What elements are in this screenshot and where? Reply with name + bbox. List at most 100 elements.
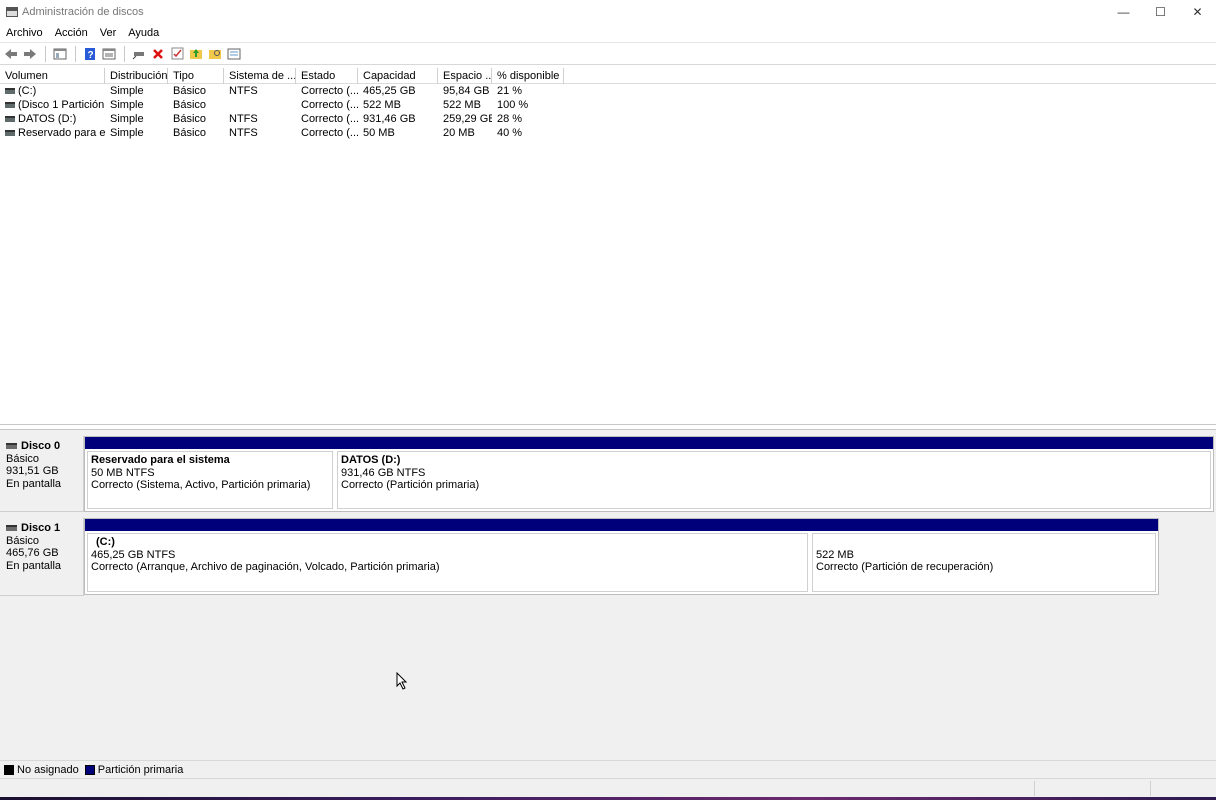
- volume-icon: [5, 88, 15, 95]
- partition-body: DATOS (D:) 931,46 GB NTFS Correcto (Part…: [337, 451, 1211, 509]
- check-icon[interactable]: [168, 45, 186, 63]
- primary-partition-bar: [810, 519, 1158, 531]
- primary-partition-bar: [85, 437, 335, 449]
- volume-name: (C:): [18, 85, 37, 97]
- status-divider: [1034, 781, 1035, 796]
- partition-datos-d[interactable]: DATOS (D:) 931,46 GB NTFS Correcto (Part…: [335, 437, 1213, 511]
- cell-estado: Correcto (...: [301, 113, 358, 125]
- cell-tipo: Básico: [173, 85, 207, 97]
- table-row[interactable]: DATOS (D:) Simple Básico NTFS Correcto (…: [0, 112, 1216, 126]
- console-tree-icon[interactable]: [51, 45, 69, 63]
- folder-up-icon[interactable]: [187, 45, 205, 63]
- column-header-tipo[interactable]: Tipo: [168, 68, 224, 84]
- column-header-volumen[interactable]: Volumen: [0, 68, 105, 84]
- partition-size: 931,46 GB NTFS: [341, 466, 426, 479]
- cell-capacidad: 522 MB: [363, 99, 401, 111]
- volume-list: Volumen Distribución Tipo Sistema de ...…: [0, 68, 1216, 424]
- partition-size: 465,25 GB NTFS: [91, 548, 176, 561]
- toolbar-separator: [75, 45, 76, 62]
- partition-status: Correcto (Arranque, Archivo de paginació…: [91, 561, 440, 573]
- column-header-disponible[interactable]: % disponible: [492, 68, 564, 84]
- toolbar: ?: [0, 43, 1216, 65]
- table-row[interactable]: (C:) Simple Básico NTFS Correcto (... 46…: [0, 84, 1216, 98]
- cell-tipo: Básico: [173, 99, 207, 111]
- volume-name: DATOS (D:): [18, 113, 77, 125]
- cell-espacio: 522 MB: [443, 99, 481, 111]
- cell-disponible: 40 %: [497, 127, 523, 139]
- delete-icon[interactable]: [149, 45, 167, 63]
- disk-1-type: Básico: [6, 534, 40, 547]
- disk-1-size: 465,76 GB: [6, 547, 59, 559]
- toolbar-separator: [124, 45, 125, 62]
- partition-name: Reservado para el sistema: [91, 454, 230, 466]
- disk-graphical-pane: Disco 0 Básico 931,51 GB En pantalla Res…: [0, 430, 1216, 760]
- forward-icon[interactable]: [21, 45, 39, 63]
- maximize-button[interactable]: ☐: [1142, 0, 1179, 24]
- legend: No asignado Partición primaria: [0, 760, 1216, 778]
- column-header-espacio[interactable]: Espacio ...: [438, 68, 492, 84]
- partition-status: Correcto (Partición primaria): [341, 479, 480, 491]
- column-header-capacidad[interactable]: Capacidad: [358, 68, 438, 84]
- cell-disponible: 21 %: [497, 85, 523, 97]
- legend-primary-partition: Partición primaria: [97, 763, 184, 776]
- disk-0-name: Disco 0: [21, 440, 61, 452]
- volume-icon: [5, 116, 15, 123]
- cell-capacidad: 50 MB: [363, 127, 395, 139]
- disk-1-name-row: Disco 1: [6, 522, 83, 535]
- cell-sistema: NTFS: [229, 113, 258, 125]
- volume-name: (Disco 1 Partición 2): [18, 99, 105, 111]
- cell-sistema: [224, 98, 296, 112]
- title-bar: Administración de discos — ☐ ✕: [0, 0, 1216, 24]
- column-header-estado[interactable]: Estado: [296, 68, 358, 84]
- partition-body: Reservado para el sistema 50 MB NTFS Cor…: [87, 451, 333, 509]
- primary-partition-swatch: [84, 764, 95, 775]
- menu-archivo[interactable]: Archivo: [0, 27, 49, 39]
- cell-volumen: Reservado para el ...: [0, 126, 105, 140]
- mouse-cursor-icon: [396, 672, 408, 690]
- partition-body: 522 MB Correcto (Partición de recuperaci…: [812, 533, 1156, 592]
- disk-0-size: 931,51 GB: [6, 465, 59, 477]
- table-row[interactable]: (Disco 1 Partición 2) Simple Básico Corr…: [0, 98, 1216, 112]
- disk-1-state: En pantalla: [6, 559, 62, 572]
- status-bar: [0, 778, 1216, 797]
- unallocated-swatch: [4, 764, 14, 775]
- rescan-icon[interactable]: [225, 45, 243, 63]
- window-title: Administración de discos: [22, 6, 144, 18]
- partition-size: 522 MB: [816, 548, 854, 561]
- menu-accion[interactable]: Acción: [49, 27, 94, 39]
- disk-1-partitions: (C:) 465,25 GB NTFS Correcto (Arranque, …: [84, 518, 1159, 595]
- help-icon[interactable]: ?: [81, 45, 99, 63]
- column-header-distribucion[interactable]: Distribución: [105, 68, 168, 84]
- folder-search-icon[interactable]: [206, 45, 224, 63]
- menu-ver[interactable]: Ver: [94, 27, 123, 39]
- cell-espacio: 95,84 GB: [443, 85, 490, 97]
- primary-partition-bar: [85, 519, 810, 531]
- cell-distribucion: Simple: [110, 127, 144, 139]
- partition-reservado[interactable]: Reservado para el sistema 50 MB NTFS Cor…: [85, 437, 335, 511]
- properties-icon[interactable]: [100, 45, 118, 63]
- cell-estado: Correcto (...: [301, 99, 358, 111]
- table-row[interactable]: Reservado para el ... Simple Básico NTFS…: [0, 126, 1216, 140]
- disk-icon: [6, 525, 17, 532]
- cell-estado: Correcto (...: [301, 127, 358, 139]
- menu-ayuda[interactable]: Ayuda: [122, 27, 165, 39]
- toolbar-separator: [45, 45, 46, 62]
- disk-1-label[interactable]: Disco 1 Básico 465,76 GB En pantalla: [0, 518, 84, 596]
- cell-capacidad: 465,25 GB: [363, 85, 416, 97]
- partition-c[interactable]: (C:) 465,25 GB NTFS Correcto (Arranque, …: [85, 519, 810, 594]
- back-icon[interactable]: [2, 45, 20, 63]
- close-button[interactable]: ✕: [1179, 0, 1216, 24]
- disk-management-app-icon: [6, 7, 18, 17]
- cell-disponible: 28 %: [497, 113, 523, 125]
- cell-volumen: DATOS (D:): [0, 112, 105, 126]
- partition-recovery[interactable]: 522 MB Correcto (Partición de recuperaci…: [810, 519, 1158, 594]
- disk-0-label[interactable]: Disco 0 Básico 931,51 GB En pantalla: [0, 436, 84, 512]
- connect-icon[interactable]: [130, 45, 148, 63]
- cell-tipo: Básico: [173, 127, 207, 139]
- column-header-sistema[interactable]: Sistema de ...: [224, 68, 296, 84]
- cell-capacidad: 931,46 GB: [363, 113, 416, 125]
- minimize-button[interactable]: —: [1105, 0, 1142, 24]
- cell-distribucion: Simple: [110, 113, 144, 125]
- partition-name: (C:): [96, 536, 115, 548]
- cell-sistema: NTFS: [229, 127, 258, 139]
